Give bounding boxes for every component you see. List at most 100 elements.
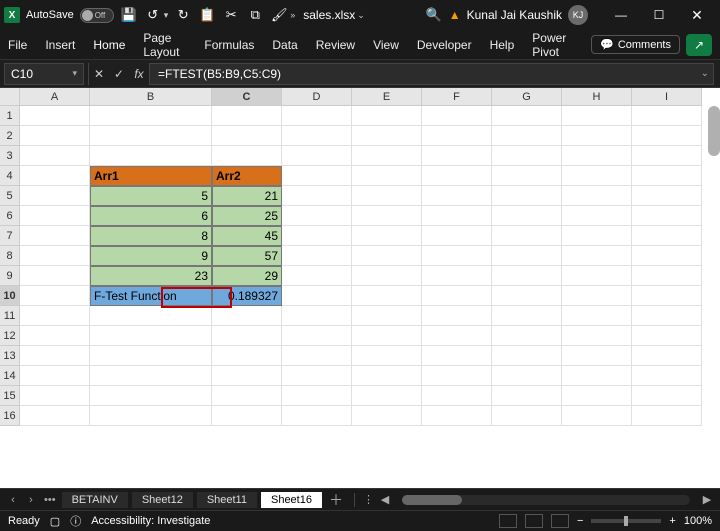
- view-page-break-icon[interactable]: [551, 514, 569, 528]
- cell-G4[interactable]: [492, 166, 562, 186]
- tab-home[interactable]: Home: [93, 38, 125, 52]
- tab-nav-prev[interactable]: ‹: [6, 494, 20, 506]
- column-header-A[interactable]: A: [20, 88, 90, 106]
- cell-E8[interactable]: [352, 246, 422, 266]
- close-button[interactable]: ✕: [678, 0, 716, 30]
- cell-A8[interactable]: [20, 246, 90, 266]
- cell-F7[interactable]: [422, 226, 492, 246]
- cell-I2[interactable]: [632, 126, 702, 146]
- cell-H14[interactable]: [562, 366, 632, 386]
- cell-F15[interactable]: [422, 386, 492, 406]
- sheet-tab-betainv[interactable]: BETAINV: [62, 492, 128, 508]
- cell-F8[interactable]: [422, 246, 492, 266]
- tab-formulas[interactable]: Formulas: [204, 38, 254, 52]
- row-header-1[interactable]: 1: [0, 106, 20, 126]
- cell-G10[interactable]: [492, 286, 562, 306]
- cell-F3[interactable]: [422, 146, 492, 166]
- cell-I3[interactable]: [632, 146, 702, 166]
- tab-view[interactable]: View: [373, 38, 399, 52]
- view-normal-icon[interactable]: [499, 514, 517, 528]
- macro-record-icon[interactable]: ▢: [50, 515, 60, 528]
- cell-H7[interactable]: [562, 226, 632, 246]
- cancel-formula-icon[interactable]: ✕: [89, 67, 109, 81]
- row-header-10[interactable]: 10: [0, 286, 20, 306]
- cell-C8[interactable]: 57: [212, 246, 282, 266]
- cell-B13[interactable]: [90, 346, 212, 366]
- cell-B7[interactable]: 8: [90, 226, 212, 246]
- cell-A14[interactable]: [20, 366, 90, 386]
- tab-options-icon[interactable]: ⋮: [363, 493, 374, 506]
- filename-chevron-icon[interactable]: ⌄: [357, 10, 365, 21]
- row-header-13[interactable]: 13: [0, 346, 20, 366]
- row-header-3[interactable]: 3: [0, 146, 20, 166]
- cell-H1[interactable]: [562, 106, 632, 126]
- cell-H15[interactable]: [562, 386, 632, 406]
- redo-icon[interactable]: ↻: [174, 6, 192, 24]
- cell-B10[interactable]: F-Test Function: [90, 286, 212, 306]
- cell-G1[interactable]: [492, 106, 562, 126]
- sheet-tab-sheet12[interactable]: Sheet12: [132, 492, 193, 508]
- cell-H2[interactable]: [562, 126, 632, 146]
- zoom-value[interactable]: 100%: [684, 515, 712, 527]
- tab-data[interactable]: Data: [272, 38, 297, 52]
- cell-F9[interactable]: [422, 266, 492, 286]
- cell-G3[interactable]: [492, 146, 562, 166]
- tab-nav-more[interactable]: •••: [44, 494, 56, 506]
- cell-E14[interactable]: [352, 366, 422, 386]
- cell-H8[interactable]: [562, 246, 632, 266]
- hscroll-right[interactable]: ▶: [700, 493, 714, 506]
- cell-E12[interactable]: [352, 326, 422, 346]
- cell-I15[interactable]: [632, 386, 702, 406]
- cell-B5[interactable]: 5: [90, 186, 212, 206]
- cell-B8[interactable]: 9: [90, 246, 212, 266]
- cell-H3[interactable]: [562, 146, 632, 166]
- cell-B12[interactable]: [90, 326, 212, 346]
- row-header-16[interactable]: 16: [0, 406, 20, 426]
- cell-B16[interactable]: [90, 406, 212, 426]
- cell-E7[interactable]: [352, 226, 422, 246]
- cell-A4[interactable]: [20, 166, 90, 186]
- cell-F12[interactable]: [422, 326, 492, 346]
- cell-H10[interactable]: [562, 286, 632, 306]
- hscroll-thumb[interactable]: [402, 495, 462, 505]
- row-header-15[interactable]: 15: [0, 386, 20, 406]
- cell-B6[interactable]: 6: [90, 206, 212, 226]
- cell-G16[interactable]: [492, 406, 562, 426]
- cell-A9[interactable]: [20, 266, 90, 286]
- cell-E11[interactable]: [352, 306, 422, 326]
- tab-help[interactable]: Help: [490, 38, 515, 52]
- tab-review[interactable]: Review: [316, 38, 355, 52]
- cell-G5[interactable]: [492, 186, 562, 206]
- row-header-7[interactable]: 7: [0, 226, 20, 246]
- cell-H9[interactable]: [562, 266, 632, 286]
- cell-B15[interactable]: [90, 386, 212, 406]
- cell-I16[interactable]: [632, 406, 702, 426]
- maximize-button[interactable]: ☐: [640, 0, 678, 30]
- tab-nav-next[interactable]: ›: [24, 494, 38, 506]
- cell-H12[interactable]: [562, 326, 632, 346]
- cell-A11[interactable]: [20, 306, 90, 326]
- cell-C4[interactable]: Arr2: [212, 166, 282, 186]
- accessibility-label[interactable]: Accessibility: Investigate: [91, 515, 210, 527]
- column-header-D[interactable]: D: [282, 88, 352, 106]
- column-header-B[interactable]: B: [90, 88, 212, 106]
- vertical-scrollbar[interactable]: [708, 106, 720, 156]
- cell-G8[interactable]: [492, 246, 562, 266]
- cell-F6[interactable]: [422, 206, 492, 226]
- cell-I4[interactable]: [632, 166, 702, 186]
- cell-G14[interactable]: [492, 366, 562, 386]
- tab-page-layout[interactable]: Page Layout: [143, 31, 186, 59]
- row-header-4[interactable]: 4: [0, 166, 20, 186]
- spreadsheet-grid[interactable]: ABCDEFGHI 12345678910111213141516 Arr1Ar…: [0, 88, 720, 488]
- row-header-14[interactable]: 14: [0, 366, 20, 386]
- save-icon[interactable]: 💾: [120, 6, 138, 24]
- cell-D4[interactable]: [282, 166, 352, 186]
- cell-H6[interactable]: [562, 206, 632, 226]
- cell-G9[interactable]: [492, 266, 562, 286]
- cell-D8[interactable]: [282, 246, 352, 266]
- autosave-toggle[interactable]: Off: [80, 8, 114, 23]
- cell-A10[interactable]: [20, 286, 90, 306]
- cell-D7[interactable]: [282, 226, 352, 246]
- row-header-12[interactable]: 12: [0, 326, 20, 346]
- tab-developer[interactable]: Developer: [417, 38, 472, 52]
